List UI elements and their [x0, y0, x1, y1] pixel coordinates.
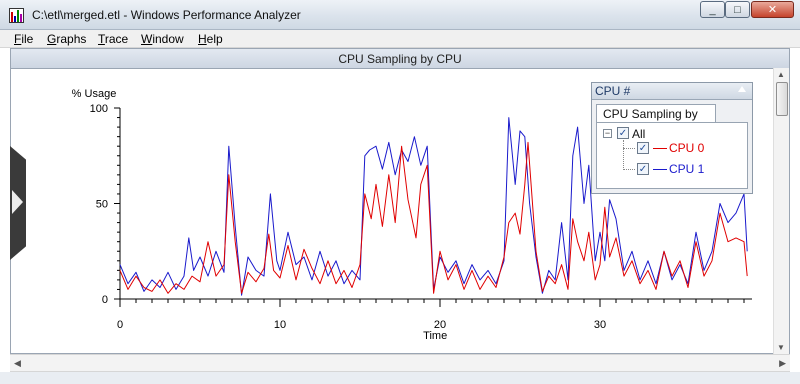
tree-connector [623, 169, 635, 170]
vertical-scroll-thumb[interactable] [776, 82, 788, 116]
window-bottom-border [0, 372, 800, 384]
scroll-down-icon[interactable]: ▼ [777, 343, 785, 352]
cpu-tree: − ✓ All ✓ CPU 0 ✓ CPU 1 [596, 122, 748, 189]
menu-help[interactable]: Help [198, 32, 223, 46]
cpu1-legend-swatch [653, 169, 667, 170]
cpu0-label: CPU 0 [669, 141, 705, 155]
menu-window-label: indow [152, 32, 184, 46]
menu-trace-accelerator: T [98, 32, 105, 46]
minimize-button[interactable]: _ [700, 1, 725, 18]
cpu-panel-title: CPU # [595, 84, 631, 98]
all-label: All [632, 127, 646, 141]
collapse-panel-icon[interactable] [738, 86, 746, 92]
all-checkbox[interactable]: ✓ [617, 127, 629, 139]
tab-cpu-sampling-by-cpu[interactable]: CPU Sampling by CPU [596, 104, 716, 140]
tree-connector [623, 148, 635, 149]
vertical-scrollbar[interactable]: ▲ ▼ [773, 68, 789, 354]
menu-window[interactable]: Window [141, 32, 184, 46]
menu-trace-label: race [104, 32, 129, 46]
menu-file-label: ile [21, 32, 34, 46]
cpu1-checkbox[interactable]: ✓ [637, 163, 649, 175]
menu-trace[interactable]: Trace [98, 32, 128, 46]
menu-help-label: elp [206, 32, 223, 46]
tree-connector [623, 140, 624, 170]
window-title-bar: C:\etl\merged.etl - Windows Performance … [0, 0, 800, 30]
maximize-button[interactable]: □ [725, 1, 750, 18]
graph-header: CPU Sampling by CPU [11, 49, 789, 69]
maximize-icon: □ [734, 3, 741, 16]
cpu-panel-header[interactable]: CPU # [592, 83, 752, 100]
tree-collapse-icon[interactable]: − [603, 129, 612, 138]
scroll-left-icon[interactable]: ◀ [14, 358, 21, 369]
minimize-icon: _ [709, 3, 716, 16]
menu-window-accelerator: W [141, 32, 153, 46]
menu-graphs-accelerator: G [47, 32, 57, 46]
cpu-legend-panel: CPU # CPU Sampling by CPU − ✓ All ✓ CPU … [591, 82, 753, 194]
menu-graphs-label: raphs [56, 32, 87, 46]
wpa-app-icon[interactable] [9, 8, 24, 23]
cpu1-label: CPU 1 [669, 162, 705, 176]
expand-arrow-icon[interactable] [12, 190, 23, 214]
menu-graphs[interactable]: Graphs [47, 32, 86, 46]
horizontal-scrollbar[interactable]: ◀ ▶ [10, 354, 790, 372]
close-icon: ✕ [767, 4, 778, 16]
cpu0-legend-swatch [653, 148, 667, 149]
window-title: C:\etl\merged.etl - Windows Performance … [32, 8, 301, 22]
close-button[interactable]: ✕ [751, 1, 794, 18]
menu-file[interactable]: File [14, 32, 33, 46]
cpu0-checkbox[interactable]: ✓ [637, 142, 649, 154]
menu-help-accelerator: H [198, 32, 207, 46]
scroll-right-icon[interactable]: ▶ [779, 358, 786, 369]
scroll-up-icon[interactable]: ▲ [777, 70, 785, 79]
menu-bar: File Graphs Trace Window Help [0, 30, 800, 48]
